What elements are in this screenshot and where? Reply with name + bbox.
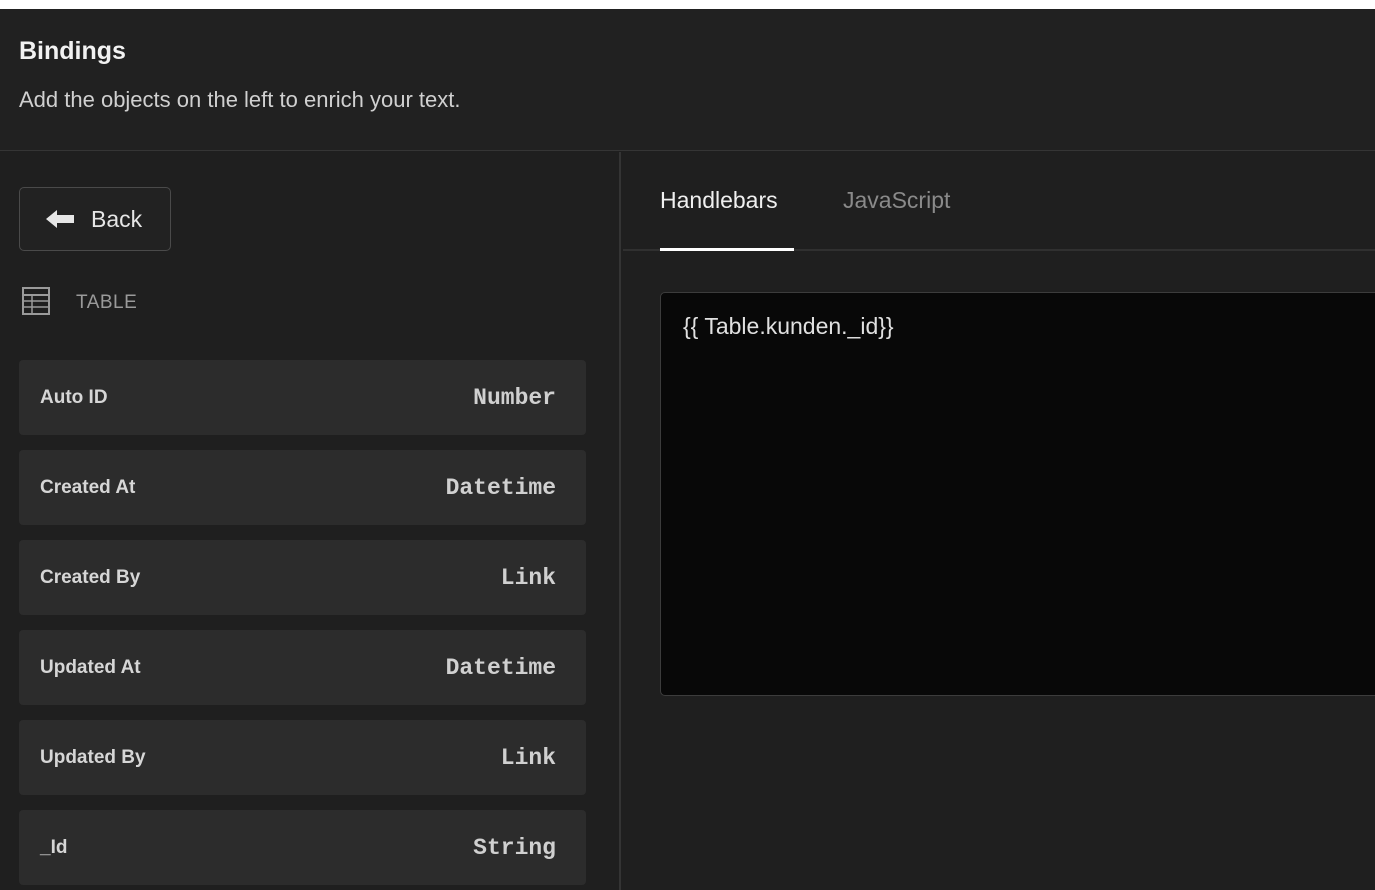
binding-name: Updated At [40,656,141,678]
tab-handlebars[interactable]: Handlebars [660,187,778,214]
table-icon [22,287,50,315]
binding-item-auto-id[interactable]: Auto ID Number [19,360,586,435]
binding-item-created-by[interactable]: Created By Link [19,540,586,615]
binding-item-updated-at[interactable]: Updated At Datetime [19,630,586,705]
tab-javascript[interactable]: JavaScript [843,187,950,214]
binding-item-id[interactable]: _Id String [19,810,586,885]
binding-name: Auto ID [40,386,108,408]
page-title: Bindings [19,37,126,65]
binding-name: _Id [40,836,68,858]
binding-list: Auto ID Number Created At Datetime Creat… [19,360,586,890]
binding-type: Datetime [445,474,556,501]
binding-type: String [473,834,556,861]
binding-name: Created At [40,476,136,498]
editor-content[interactable]: {{ Table.kunden._id}} [683,313,894,340]
bindings-dialog: Bindings Add the objects on the left to … [0,0,1375,890]
back-button-label: Back [91,205,143,232]
back-button[interactable]: Back [19,187,171,251]
arrow-left-icon [46,210,74,228]
top-strip [0,0,1375,9]
header: Bindings Add the objects on the left to … [0,9,1375,151]
binding-name: Created By [40,566,141,588]
binding-type: Datetime [445,654,556,681]
editor-panel: Handlebars JavaScript {{ Table.kunden._i… [623,152,1375,890]
binding-item-created-at[interactable]: Created At Datetime [19,450,586,525]
binding-type: Link [500,744,556,771]
binding-type: Link [500,564,556,591]
binding-editor[interactable]: {{ Table.kunden._id}} [660,292,1375,696]
tab-bar: Handlebars JavaScript [623,152,1375,251]
binding-type: Number [473,384,556,411]
binding-name: Updated By [40,746,146,768]
binding-item-updated-by[interactable]: Updated By Link [19,720,586,795]
page-subtitle: Add the objects on the left to enrich yo… [19,87,461,112]
section-label: TABLE [76,292,138,313]
section-header: TABLE [21,286,137,316]
active-tab-indicator [660,248,794,251]
bindings-panel: Back TABLE Auto ID Number Created At Dat… [0,152,621,890]
